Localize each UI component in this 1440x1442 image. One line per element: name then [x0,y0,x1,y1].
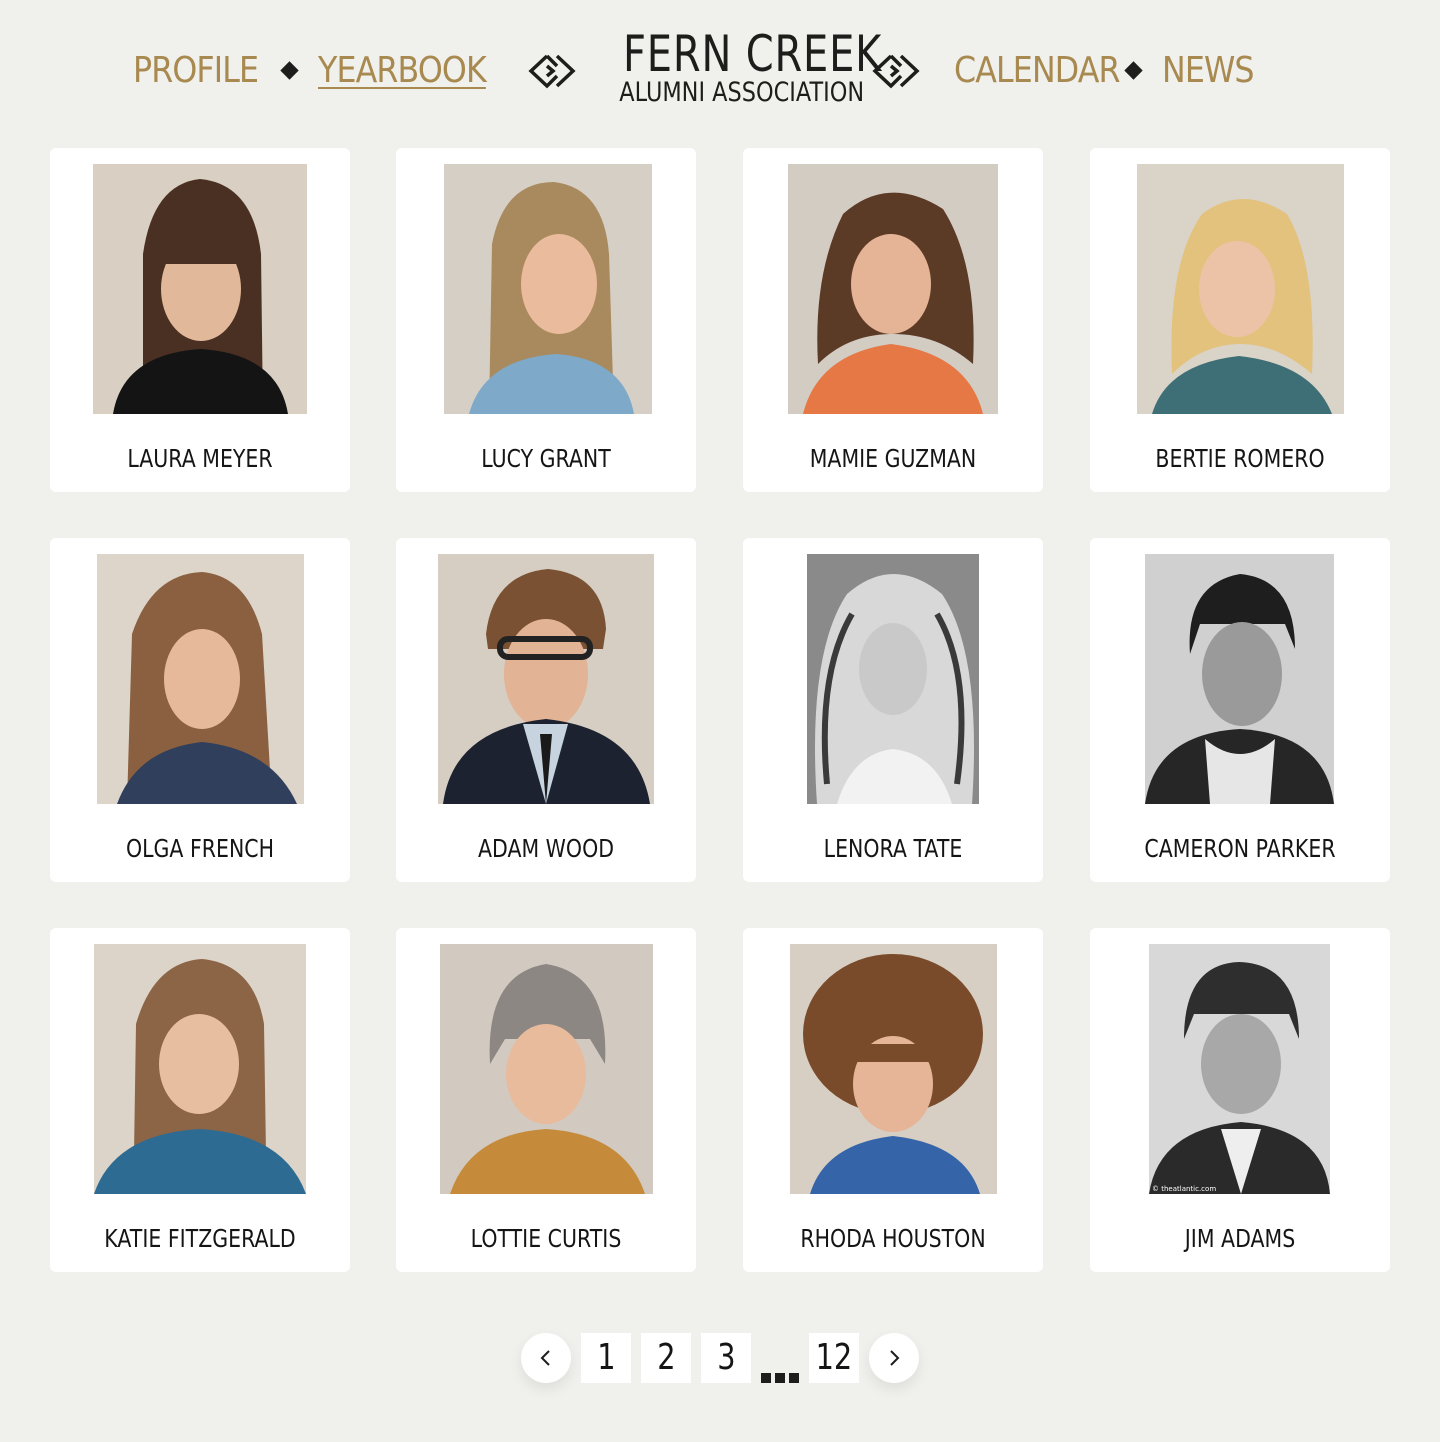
page-button[interactable]: 3 [701,1333,751,1383]
student-name: Bertie Romero [1155,444,1325,473]
student-photo [440,944,653,1194]
student-name: Olga French [125,834,275,863]
nav-calendar-link[interactable]: Calendar [954,46,1121,96]
student-card[interactable]: Lottie Curtis [396,928,696,1272]
art-deco-ornament-icon [872,54,920,89]
student-card[interactable]: Bertie Romero [1090,148,1390,492]
student-card[interactable]: Mamie Guzman [743,148,1043,492]
student-name: Mamie Guzman [809,444,977,473]
site-logo[interactable]: Fern Creek Alumni Association [598,25,883,116]
art-deco-ornament-icon [528,54,576,89]
student-photo: © theatlantic.com [1149,944,1330,1194]
student-name: Lottie Curtis [470,1224,622,1253]
page-button[interactable]: 2 [641,1333,691,1383]
student-name: Lenora Tate [823,834,963,863]
student-name: Laura Meyer [127,444,273,473]
student-photo [438,554,654,804]
nav-profile-link[interactable]: Profile [133,46,259,96]
student-card[interactable]: Cameron Parker [1090,538,1390,882]
student-photo [788,164,998,414]
student-card[interactable]: Adam Wood [396,538,696,882]
student-card[interactable]: Lucy Grant [396,148,696,492]
student-card[interactable]: Laura Meyer [50,148,350,492]
student-photo [790,944,997,1194]
student-card[interactable]: © theatlantic.com Jim Adams [1090,928,1390,1272]
student-photo [807,554,979,804]
student-card[interactable]: Rhoda Houston [743,928,1043,1272]
logo-title: Fern Creek [623,25,883,83]
student-photo [1137,164,1344,414]
next-page-button[interactable] [869,1333,919,1383]
student-name: Cameron Parker [1144,834,1336,863]
nav-separator-diamond-icon [280,61,299,80]
student-card[interactable]: Olga French [50,538,350,882]
chevron-left-icon [540,1350,550,1366]
pagination-ellipsis-icon [761,1373,801,1383]
logo-subtitle: Alumni Association [619,77,865,108]
student-card[interactable]: Lenora Tate [743,538,1043,882]
student-photo [93,164,307,414]
student-name: Jim Adams [1184,1224,1296,1253]
student-photo [97,554,304,804]
student-photo [444,164,652,414]
student-name: Rhoda Houston [800,1224,986,1253]
student-name: Katie Fitzgerald [104,1224,296,1253]
student-name: Adam Wood [477,834,614,863]
nav-separator-diamond-icon [1124,61,1143,80]
student-photo [1145,554,1334,804]
page-button[interactable]: 1 [581,1333,631,1383]
site-header: Profile Yearbook Fern Creek Alumni Assoc… [0,0,1440,130]
nav-yearbook-link[interactable]: Yearbook [318,46,487,96]
student-card[interactable]: Katie Fitzgerald [50,928,350,1272]
previous-page-button[interactable] [521,1333,571,1383]
chevron-right-icon [890,1350,900,1366]
student-photo [94,944,306,1194]
student-name: Lucy Grant [481,444,611,473]
last-page-button[interactable]: 12 [809,1333,859,1383]
nav-news-link[interactable]: News [1162,46,1255,96]
photo-credit: © theatlantic.com [1152,1185,1217,1193]
